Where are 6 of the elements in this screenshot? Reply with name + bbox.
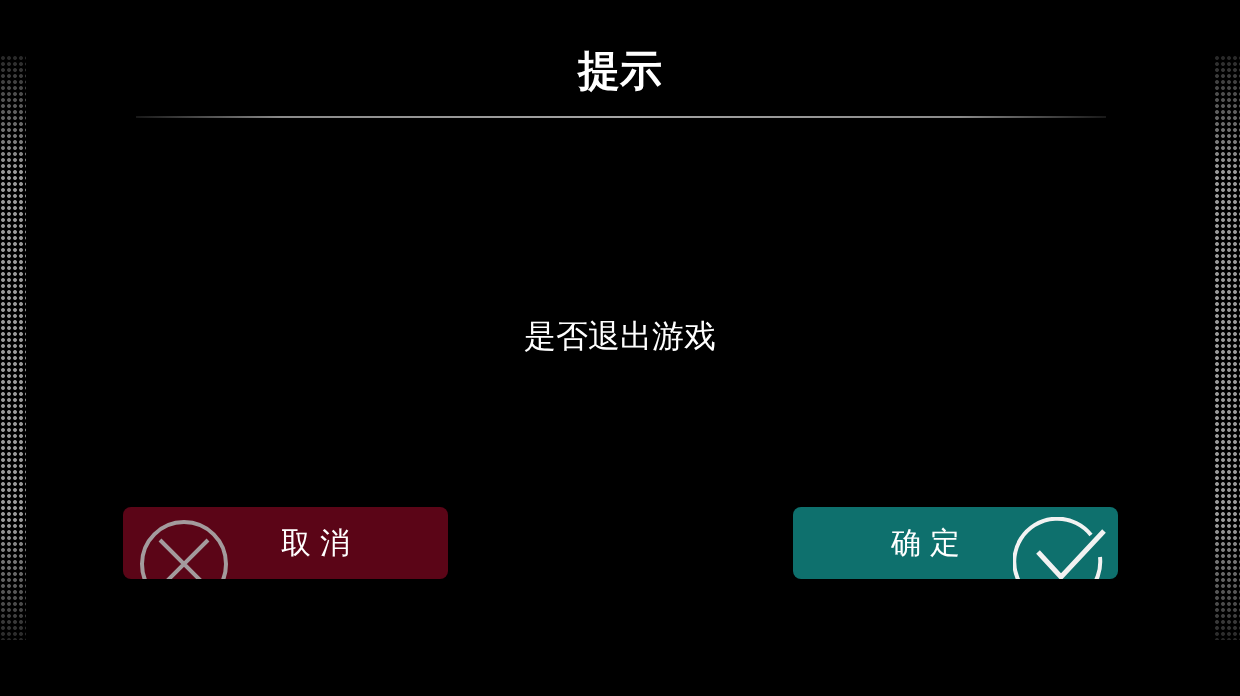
confirm-button[interactable]: 确定 (793, 507, 1118, 579)
circle-x-icon (139, 517, 229, 579)
circle-check-icon (1013, 517, 1108, 579)
dialog-title: 提示 (578, 47, 662, 96)
dialog-message: 是否退出游戏 (524, 316, 716, 356)
cancel-button[interactable]: 取消 (123, 507, 448, 579)
